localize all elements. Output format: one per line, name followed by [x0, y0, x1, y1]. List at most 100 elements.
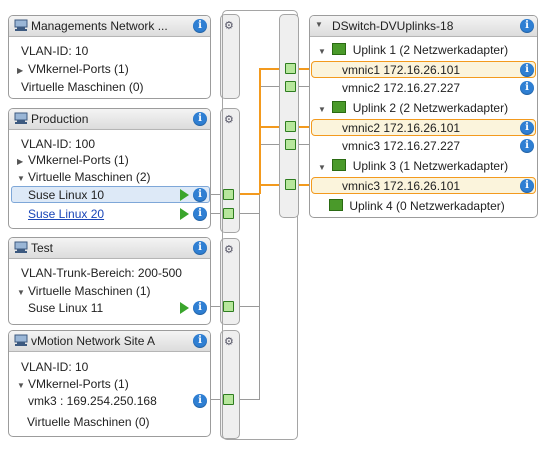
nic-row[interactable]: vmnic2 172.16.27.227 i [311, 79, 536, 96]
vm-port[interactable] [223, 301, 234, 312]
info-icon[interactable]: i [520, 121, 534, 135]
vms-label: Virtuelle Maschinen (1) [28, 284, 151, 298]
vlan-label: VLAN-ID: 100 [21, 137, 96, 151]
uplink-port[interactable] [285, 139, 296, 150]
vms-label: Virtuelle Maschinen (2) [28, 170, 151, 184]
info-icon[interactable]: i [193, 301, 207, 315]
network-icon [14, 112, 28, 128]
vm-row[interactable]: Suse Linux 11 i [11, 299, 210, 316]
vmkernel-ports-label: VMkernel-Ports (1) [28, 62, 129, 76]
vlan-trunk-label: VLAN-Trunk-Bereich: 200-500 [21, 266, 182, 280]
collapse-icon[interactable]: ▼ [17, 288, 25, 297]
uplink-label: Uplink 1 (2 Netzwerkadapter) [352, 43, 509, 57]
portgroup-header[interactable]: Production i [9, 109, 210, 130]
uplink-port[interactable] [285, 179, 296, 190]
info-icon[interactable]: i [193, 207, 207, 221]
uplink-group-toggle[interactable]: ▼ Uplink 1 (2 Netzwerkadapter) [318, 43, 508, 57]
vmk-label: vmk3 : 169.254.250.168 [28, 394, 157, 408]
info-icon[interactable]: i [193, 188, 207, 202]
vmkernel-ports-label: VMkernel-Ports (1) [28, 153, 129, 167]
powered-on-icon [180, 189, 189, 201]
nic-icon [329, 199, 343, 211]
vm-name[interactable]: Suse Linux 10 [28, 188, 104, 202]
info-icon[interactable]: i [520, 179, 534, 193]
portgroup-title: Production [31, 112, 89, 126]
collapse-icon[interactable]: ▼ [17, 381, 25, 390]
info-icon[interactable]: i [193, 394, 207, 408]
vmkernel-ports-toggle[interactable]: ▶ VMkernel-Ports (1) [17, 62, 129, 76]
uplink-label: Uplink 2 (2 Netzwerkadapter) [352, 101, 509, 115]
portgroup-test[interactable]: Test i VLAN-Trunk-Bereich: 200-500 ▼ Virt… [8, 237, 211, 325]
uplink-port[interactable] [285, 81, 296, 92]
nic-icon [332, 159, 347, 171]
vmkernel-ports-label: VMkernel-Ports (1) [28, 377, 129, 391]
expand-icon[interactable]: ▶ [17, 66, 25, 75]
collapse-icon[interactable]: ▼ [318, 47, 326, 56]
collapse-icon[interactable]: ▼ [318, 163, 326, 172]
portgroup-header[interactable]: Test i [9, 238, 210, 259]
nic-icon [332, 101, 347, 113]
nic-label[interactable]: vmnic1 172.16.26.101 [342, 63, 460, 77]
nic-label[interactable]: vmnic2 172.16.26.101 [342, 121, 460, 135]
info-icon[interactable]: i [193, 112, 207, 126]
uplink-group-toggle[interactable]: ▼ Uplink 2 (2 Netzwerkadapter) [318, 101, 508, 115]
vms-label: Virtuelle Maschinen (0) [27, 415, 150, 429]
portgroup-header[interactable]: vMotion Network Site A i [9, 331, 210, 352]
collapse-icon[interactable]: ▼ [17, 174, 25, 183]
vm-row[interactable]: Suse Linux 20 i [11, 205, 210, 222]
vm-port[interactable] [223, 394, 234, 405]
network-icon [14, 334, 28, 350]
vms-label: Virtuelle Maschinen (0) [21, 80, 144, 94]
portgroup-title: Managements Network ... [31, 19, 168, 33]
uplink-label: Uplink 3 (1 Netzwerkadapter) [352, 159, 509, 173]
nic-icon [332, 43, 347, 55]
nic-row-highlighted[interactable]: vmnic3 172.16.26.101 i [311, 177, 536, 194]
portgroup-managements-network[interactable]: Managements Network ... i VLAN-ID: 10 ▶ V… [8, 15, 211, 99]
portgroup-title: Test [31, 241, 54, 255]
portgroup-production[interactable]: Production i VLAN-ID: 100 ▶ VMkernel-Port… [8, 108, 211, 229]
portgroup-header[interactable]: Managements Network ... i [9, 16, 210, 37]
vmk-row[interactable]: vmk3 : 169.254.250.168 i [11, 392, 210, 409]
info-icon[interactable]: i [193, 19, 207, 33]
vmkernel-ports-toggle[interactable]: ▼ VMkernel-Ports (1) [17, 377, 129, 391]
vm-port[interactable] [223, 189, 234, 200]
vlan-label: VLAN-ID: 10 [21, 360, 89, 374]
uplink-group-toggle[interactable]: ▼ Uplink 3 (1 Netzwerkadapter) [318, 159, 508, 173]
nic-row-highlighted[interactable]: vmnic2 172.16.26.101 i [311, 119, 536, 136]
collapse-icon[interactable]: ▼ [315, 20, 323, 29]
info-icon[interactable]: i [520, 81, 534, 95]
nic-label[interactable]: vmnic2 172.16.27.227 [342, 81, 460, 95]
uplinks-header[interactable]: ▼ DSwitch-DVUplinks-18 i [310, 16, 537, 37]
info-icon[interactable]: i [520, 19, 534, 33]
nic-row-highlighted[interactable]: vmnic1 172.16.26.101 i [311, 61, 536, 78]
info-icon[interactable]: i [193, 241, 207, 255]
expand-icon[interactable]: ▶ [17, 157, 25, 166]
vlan-label: VLAN-ID: 10 [21, 44, 89, 58]
vm-row-selected[interactable]: Suse Linux 10 i [11, 186, 210, 203]
portgroup-title: vMotion Network Site A [31, 334, 156, 348]
powered-on-icon [180, 208, 189, 220]
uplinks-panel[interactable]: ▼ DSwitch-DVUplinks-18 i ▼ Uplink 1 (2 N… [309, 15, 538, 218]
uplink-group[interactable]: Uplink 4 (0 Netzwerkadapter) [329, 199, 505, 213]
vm-name-link[interactable]: Suse Linux 20 [28, 207, 104, 221]
vm-port[interactable] [223, 208, 234, 219]
uplinks-title: DSwitch-DVUplinks-18 [332, 19, 454, 33]
vm-name[interactable]: Suse Linux 11 [28, 301, 103, 315]
network-icon [14, 19, 28, 35]
powered-on-icon [180, 302, 189, 314]
vmkernel-ports-toggle[interactable]: ▶ VMkernel-Ports (1) [17, 153, 129, 167]
uplink-label: Uplink 4 (0 Netzwerkadapter) [349, 199, 505, 213]
vms-toggle[interactable]: ▼ Virtuelle Maschinen (2) [17, 170, 151, 184]
info-icon[interactable]: i [193, 334, 207, 348]
nic-row[interactable]: vmnic3 172.16.27.227 i [311, 137, 536, 154]
uplink-port[interactable] [285, 121, 296, 132]
info-icon[interactable]: i [520, 139, 534, 153]
vms-toggle[interactable]: ▼ Virtuelle Maschinen (1) [17, 284, 151, 298]
network-icon [14, 241, 28, 257]
portgroup-vmotion[interactable]: vMotion Network Site A i VLAN-ID: 10 ▼ VM… [8, 330, 211, 437]
info-icon[interactable]: i [520, 63, 534, 77]
nic-label[interactable]: vmnic3 172.16.27.227 [342, 139, 460, 153]
uplink-port[interactable] [285, 63, 296, 74]
collapse-icon[interactable]: ▼ [318, 105, 326, 114]
nic-label[interactable]: vmnic3 172.16.26.101 [342, 179, 460, 193]
